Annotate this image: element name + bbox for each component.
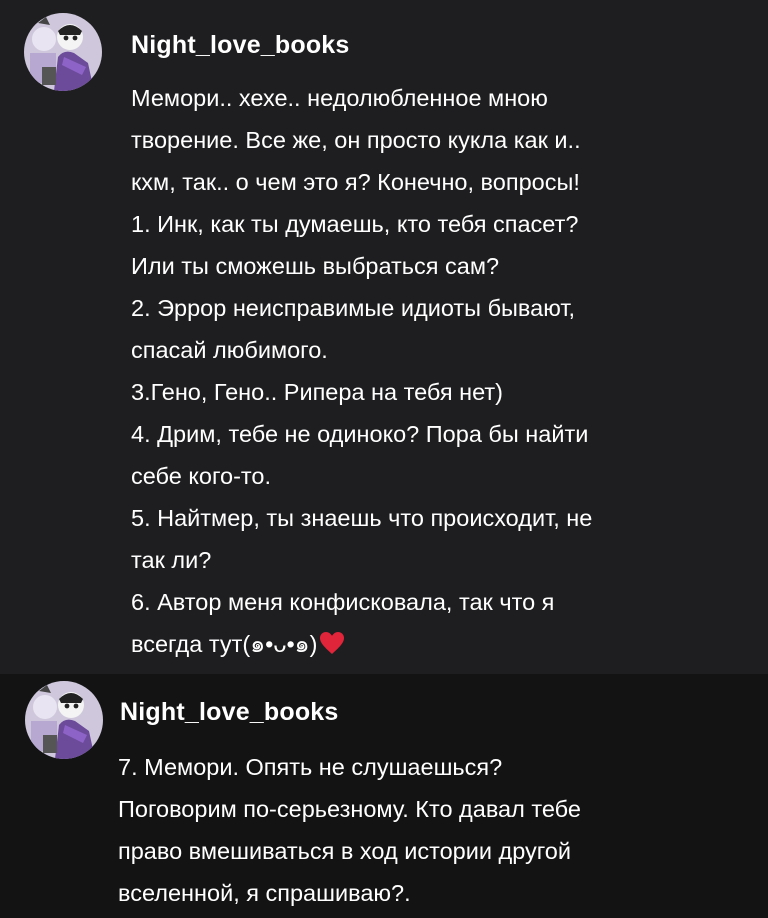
comment-line: 5. Найтмер, ты знаешь что происходит, не (131, 505, 593, 531)
comment-line: 4. Дрим, тебе не одиноко? Пора бы найти (131, 421, 589, 447)
comment-line: Поговорим по-серьезному. Кто давал тебе (118, 796, 581, 822)
anime-character-avatar-icon (25, 681, 103, 759)
comment-line: творение. Все же, он просто кукла как и.… (131, 127, 581, 153)
avatar[interactable] (25, 681, 103, 759)
comment-line: спасай любимого. (131, 337, 328, 363)
comment-line: Или ты сможешь выбраться сам? (131, 253, 500, 279)
username[interactable]: Night_love_books (120, 698, 339, 727)
comment-line: 7. Мемори. Опять не слушаешься? (118, 754, 503, 780)
comment-line-last: всегда тут(๑•ᴗ•๑) (131, 623, 741, 668)
avatar[interactable] (24, 13, 102, 91)
username[interactable]: Night_love_books (131, 31, 350, 60)
comment-line: себе кого-то. (131, 463, 272, 489)
anime-character-avatar-icon (24, 13, 102, 91)
comment-line: Мемори.. хехе.. недолюбленное мною (131, 85, 548, 111)
heart-emoji-icon (319, 626, 345, 668)
comment-line: так ли? (131, 547, 212, 573)
comment-line: кхм, так.. о чем это я? Конечно, вопросы… (131, 169, 580, 195)
comment-text: 7. Мемори. Опять не слушаешься? Поговори… (118, 746, 758, 914)
comment-line: право вмешиваться в ход истории другой (118, 838, 572, 864)
comment-line: 2. Эррор неисправимые идиоты бывают, (131, 295, 576, 321)
comment-line: 1. Инк, как ты думаешь, кто тебя спасет? (131, 211, 579, 237)
comment-line: 6. Автор меня конфисковала, так что я (131, 589, 555, 615)
comment-line: вселенной, я спрашиваю?. (118, 880, 411, 906)
comment-item: Night_love_books Мемори.. хехе.. недолюб… (0, 0, 768, 674)
comment-line: всегда тут(๑•ᴗ•๑) (131, 631, 318, 657)
comment-item: Night_love_books 7. Мемори. Опять не слу… (0, 674, 768, 918)
comment-text: Мемори.. хехе.. недолюбленное мною творе… (131, 77, 741, 668)
comment-line: 3.Гено, Гено.. Рипера на тебя нет) (131, 379, 503, 405)
